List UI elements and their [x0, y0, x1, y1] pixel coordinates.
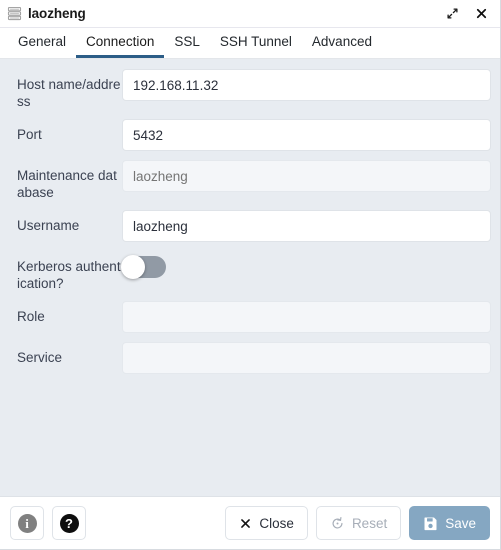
save-button-label: Save	[445, 515, 476, 531]
help-button[interactable]: ?	[52, 506, 86, 540]
dialog-tabs: General Connection SSL SSH Tunnel Advanc…	[0, 28, 500, 59]
username-label: Username	[17, 218, 80, 233]
database-icon	[7, 6, 22, 21]
port-input[interactable]	[122, 119, 491, 151]
tab-advanced[interactable]: Advanced	[302, 28, 382, 58]
role-input[interactable]	[122, 301, 491, 333]
connection-form: Host name/address Port Maintenance datab…	[0, 59, 500, 496]
field-row-host: Host name/address	[9, 69, 491, 110]
dialog-title: laozheng	[28, 6, 86, 21]
close-button[interactable]: Close	[225, 506, 308, 540]
host-field-wrap	[122, 69, 491, 101]
save-icon	[423, 516, 438, 531]
tab-ssl-label: SSL	[174, 34, 200, 49]
help-icon: ?	[59, 513, 79, 533]
tab-advanced-label: Advanced	[311, 34, 372, 49]
role-field-wrap	[122, 301, 491, 333]
role-label: Role	[17, 309, 45, 324]
reset-button-label: Reset	[351, 515, 388, 531]
connection-dialog: laozheng General Connection SSL SSH Tunn…	[0, 0, 501, 550]
close-icon[interactable]	[474, 6, 489, 21]
username-input[interactable]	[122, 210, 491, 242]
reset-button[interactable]: Reset	[315, 506, 402, 540]
tab-ssl[interactable]: SSL	[164, 28, 210, 58]
close-button-label: Close	[259, 515, 294, 531]
host-label: Host name/address	[17, 77, 121, 109]
tab-ssh-tunnel-label: SSH Tunnel	[219, 34, 292, 49]
field-row-username: Username	[9, 210, 491, 242]
tab-connection[interactable]: Connection	[76, 28, 165, 58]
service-input[interactable]	[122, 342, 491, 374]
info-icon: i	[17, 513, 37, 533]
kerberos-field-wrap	[121, 251, 491, 279]
expand-icon[interactable]	[445, 6, 460, 21]
field-row-kerberos: Kerberos authentication?	[9, 251, 491, 292]
host-input[interactable]	[122, 69, 491, 101]
maintenance-database-field-wrap	[122, 160, 491, 192]
kerberos-toggle-knob	[121, 255, 145, 279]
tab-general[interactable]: General	[8, 28, 76, 58]
service-label: Service	[17, 350, 63, 365]
port-field-wrap	[122, 119, 491, 151]
field-row-role: Role	[9, 301, 491, 333]
close-x-icon	[239, 517, 252, 530]
footer-actions: Close Reset Save	[225, 506, 490, 540]
field-row-maintenance-database: Maintenance database	[9, 160, 491, 201]
port-label: Port	[17, 127, 42, 142]
tab-ssh-tunnel[interactable]: SSH Tunnel	[210, 28, 302, 58]
info-button[interactable]: i	[10, 506, 44, 540]
username-field-wrap	[122, 210, 491, 242]
save-button[interactable]: Save	[409, 506, 490, 540]
titlebar-actions	[445, 6, 492, 21]
titlebar-left: laozheng	[7, 6, 445, 21]
field-row-service: Service	[9, 342, 491, 374]
kerberos-label: Kerberos authentication?	[17, 259, 121, 291]
maintenance-database-label: Maintenance database	[17, 168, 117, 200]
maintenance-database-input[interactable]	[122, 160, 491, 192]
kerberos-toggle[interactable]	[121, 255, 166, 279]
service-field-wrap	[122, 342, 491, 374]
reset-icon	[330, 516, 345, 531]
field-row-port: Port	[9, 119, 491, 151]
dialog-footer: i ? Close Reset Save	[0, 496, 500, 549]
dialog-titlebar: laozheng	[0, 0, 500, 28]
tab-connection-label: Connection	[86, 34, 155, 49]
tab-general-label: General	[18, 34, 67, 49]
